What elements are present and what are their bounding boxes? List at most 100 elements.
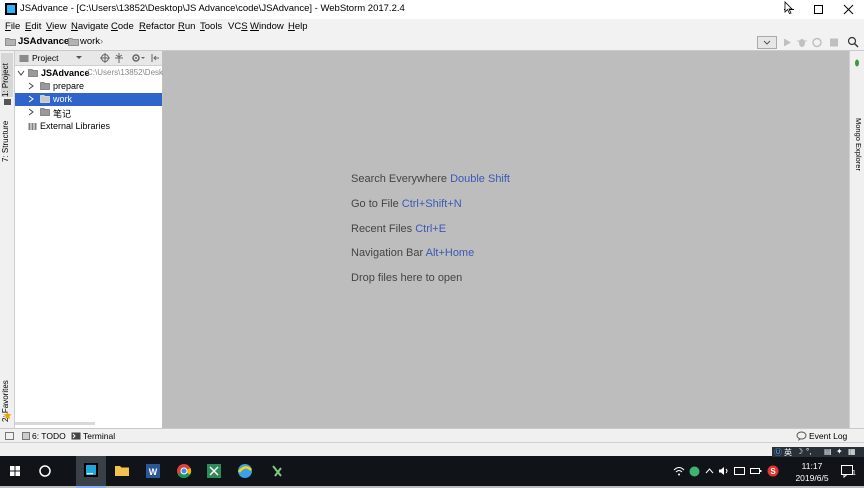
collapse-all-icon[interactable] bbox=[114, 53, 124, 63]
ime-punct-icon[interactable]: °, bbox=[806, 447, 811, 456]
toggle-tool-windows-icon[interactable] bbox=[5, 431, 15, 441]
menu-view[interactable]: View bbox=[46, 21, 66, 32]
terminal-icon bbox=[71, 432, 81, 440]
volume-icon[interactable] bbox=[718, 466, 730, 476]
ime-toolbar: Ⓤ 英 ☽ °, ▤ ✦ ▦ bbox=[772, 447, 864, 457]
dropdown-arrow-icon[interactable] bbox=[75, 53, 83, 62]
menu-label: ools bbox=[204, 21, 223, 32]
maximize-button[interactable] bbox=[804, 0, 834, 19]
menu-tools[interactable]: Tools bbox=[200, 21, 222, 32]
chrome-icon[interactable] bbox=[169, 456, 199, 486]
navigation-bar: JSAdvance › work › bbox=[0, 34, 864, 51]
tab-todo[interactable]: 6: TODO bbox=[32, 431, 66, 441]
svg-text:W: W bbox=[149, 467, 158, 477]
tab-event-log[interactable]: Event Log bbox=[809, 431, 847, 441]
breadcrumb-separator: › bbox=[100, 36, 104, 47]
ime-language[interactable]: 英 bbox=[784, 447, 792, 458]
notification-count: 1 bbox=[852, 470, 856, 477]
word-icon[interactable]: W bbox=[138, 456, 168, 486]
menu-bar: File Edit View Navigate Code Refactor Ru… bbox=[0, 19, 864, 34]
svg-text:S: S bbox=[770, 467, 776, 476]
hint-text: Recent Files bbox=[351, 223, 413, 235]
webstorm-app-icon bbox=[5, 3, 17, 15]
menu-file[interactable]: File bbox=[5, 21, 20, 32]
search-icon[interactable] bbox=[847, 36, 859, 48]
window-title: JSAdvance - [C:\Users\13852\Desktop\JS A… bbox=[20, 3, 405, 14]
webstorm-taskbar-icon[interactable] bbox=[76, 456, 106, 488]
tree-row-root[interactable]: JSAdvance C:\Users\13852\Desk bbox=[15, 67, 164, 80]
ime-keyboard-icon[interactable]: ▤ bbox=[824, 447, 832, 456]
spreadsheet-app-icon[interactable] bbox=[199, 456, 229, 486]
hint-go-to-file: Go to File Ctrl+Shift+N bbox=[351, 198, 462, 210]
show-hidden-icons[interactable] bbox=[705, 466, 714, 476]
message-icon[interactable] bbox=[734, 466, 745, 476]
wifi-icon[interactable] bbox=[673, 466, 685, 476]
mouse-cursor-icon bbox=[784, 1, 793, 14]
tree-row-prepare[interactable]: prepare bbox=[15, 80, 162, 93]
menu-mnemonic: S bbox=[241, 21, 248, 32]
menu-edit[interactable]: Edit bbox=[25, 21, 41, 32]
cortana-search-icon[interactable] bbox=[30, 456, 60, 486]
menu-help[interactable]: Help bbox=[288, 21, 308, 32]
ime-settings-icon[interactable]: ✦ bbox=[836, 447, 843, 456]
close-button[interactable] bbox=[834, 0, 864, 19]
stop-icon[interactable] bbox=[828, 37, 840, 48]
breadcrumb-work[interactable]: work bbox=[80, 36, 100, 47]
scroll-from-source-icon[interactable] bbox=[100, 53, 110, 63]
project-icon bbox=[3, 98, 12, 106]
run-config-dropdown[interactable] bbox=[757, 36, 777, 49]
tree-row-notes[interactable]: 笔记 bbox=[15, 106, 162, 119]
ime-moon-icon[interactable]: ☽ bbox=[796, 447, 803, 456]
horizontal-scrollbar[interactable] bbox=[15, 422, 95, 425]
tree-root-name: JSAdvance bbox=[41, 68, 90, 78]
hint-shortcut: Alt+Home bbox=[425, 247, 475, 259]
folder-icon bbox=[28, 69, 38, 77]
ime-menu-icon[interactable]: ▦ bbox=[848, 447, 856, 456]
menu-navigate[interactable]: Navigate bbox=[71, 21, 109, 32]
coverage-icon[interactable] bbox=[811, 37, 823, 48]
app-tray-icon[interactable] bbox=[689, 466, 700, 477]
collapsed-arrow-icon[interactable] bbox=[27, 95, 35, 103]
tab-structure[interactable]: 7: Structure bbox=[1, 112, 13, 162]
tree-row-external-libraries[interactable]: External Libraries bbox=[15, 120, 162, 133]
hint-text: Drop files here to open bbox=[351, 272, 463, 284]
hint-search-everywhere: Search Everywhere Double Shift bbox=[351, 173, 510, 185]
menu-refactor[interactable]: Refactor bbox=[139, 21, 175, 32]
file-explorer-icon[interactable] bbox=[107, 456, 137, 486]
menu-label: avigate bbox=[77, 21, 109, 32]
todo-icon bbox=[22, 432, 31, 440]
menu-window[interactable]: Window bbox=[250, 21, 284, 32]
menu-vcs[interactable]: VCS bbox=[228, 21, 248, 32]
sogou-ime-icon[interactable]: S bbox=[767, 465, 779, 477]
clock-date[interactable]: 2019/6/5 bbox=[785, 473, 839, 483]
folder-icon bbox=[40, 108, 50, 116]
tree-row-work[interactable]: work bbox=[15, 93, 162, 106]
editor-empty-area[interactable]: Search Everywhere Double Shift Go to Fil… bbox=[163, 51, 849, 428]
project-panel: Project JSAdvance C:\Users\13852\Desk pr… bbox=[15, 51, 163, 428]
browser-app-icon[interactable] bbox=[230, 456, 260, 486]
hint-text: Go to File bbox=[351, 198, 399, 210]
clock-time[interactable]: 11:17 bbox=[792, 461, 832, 471]
windows-start-icon[interactable] bbox=[0, 456, 30, 486]
collapsed-arrow-icon[interactable] bbox=[27, 82, 35, 90]
menu-code[interactable]: Code bbox=[111, 21, 134, 32]
collapsed-arrow-icon[interactable] bbox=[27, 108, 35, 116]
tree-root-path: C:\Users\13852\Desk bbox=[87, 68, 164, 77]
menu-run[interactable]: Run bbox=[178, 21, 195, 32]
tab-project[interactable]: 1: Project bbox=[1, 53, 13, 97]
hide-panel-icon[interactable] bbox=[150, 53, 160, 63]
expanded-arrow-icon[interactable] bbox=[17, 69, 25, 77]
battery-icon[interactable] bbox=[750, 466, 762, 476]
tab-mongo-explorer[interactable]: Mongo Explorer bbox=[851, 118, 863, 178]
menu-mnemonic: C bbox=[111, 21, 118, 32]
project-view-label[interactable]: Project bbox=[32, 53, 58, 63]
gear-icon[interactable] bbox=[131, 53, 145, 63]
hint-shortcut: Ctrl+E bbox=[415, 223, 447, 235]
folder-icon bbox=[68, 37, 79, 46]
debug-icon[interactable] bbox=[796, 37, 808, 48]
tab-terminal[interactable]: Terminal bbox=[83, 431, 115, 441]
menu-label: indow bbox=[258, 21, 284, 32]
run-icon[interactable] bbox=[781, 37, 793, 48]
bottom-tool-bar: 6: TODO Terminal Event Log bbox=[0, 428, 864, 443]
tool-app-icon[interactable] bbox=[262, 456, 292, 486]
